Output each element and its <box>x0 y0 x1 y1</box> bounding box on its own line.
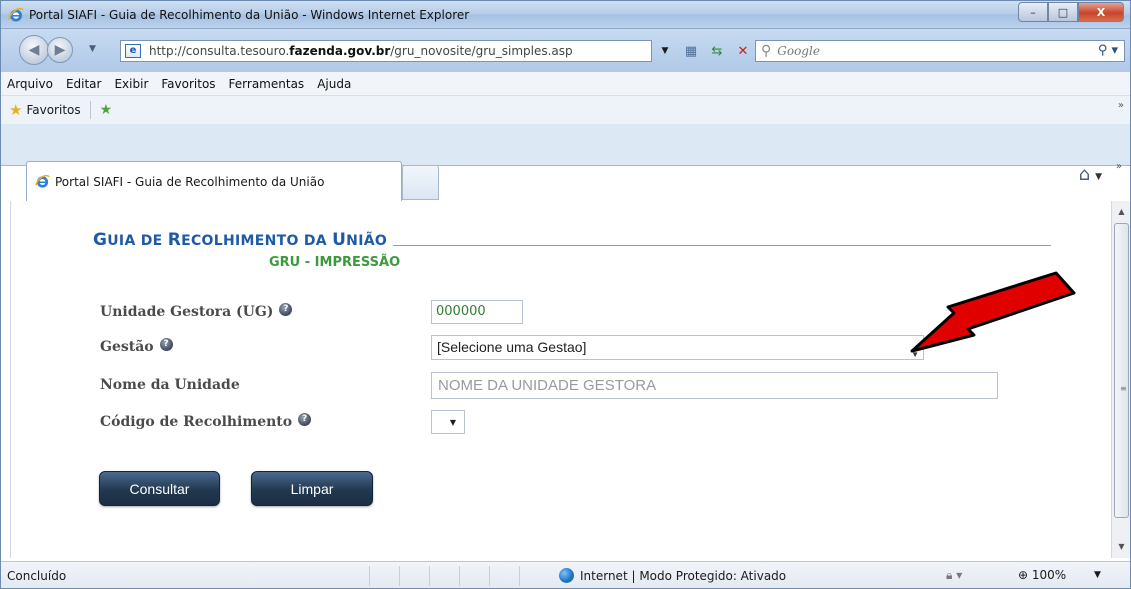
back-arrow-icon: ◀ <box>28 42 40 58</box>
refresh-icon[interactable]: ⇆ <box>708 42 726 60</box>
navigation-bar: ◀ ▶ ▼ e http://consulta.tesouro.fazenda.… <box>1 29 1130 72</box>
zoom-dropdown-icon[interactable]: ▼ <box>1094 570 1101 580</box>
forward-button[interactable]: ▶ <box>47 37 73 63</box>
status-dividers <box>369 566 549 586</box>
codigo-recolhimento-select[interactable]: ▼ <box>431 410 465 434</box>
status-bar: Concluído Internet | Modo Protegido: Ati… <box>1 561 1130 588</box>
ug-input[interactable]: 000000 <box>431 300 523 324</box>
codigo-label: Código de Recolhimento <box>100 414 293 430</box>
command-bar-chevron-icon[interactable]: » <box>1116 161 1122 172</box>
address-bar[interactable]: e http://consulta.tesouro.fazenda.gov.br… <box>120 40 652 62</box>
compatibility-view-icon[interactable]: ▦ <box>682 42 700 60</box>
page-title: GUIA DE RECOLHIMENTO DA UNIÃO <box>93 230 388 250</box>
menu-item-favoritos[interactable]: Favoritos <box>161 77 215 91</box>
help-icon[interactable]: ? <box>298 412 312 426</box>
ie-logo-icon <box>8 7 24 22</box>
address-dropdown-icon[interactable]: ▼ <box>656 42 674 60</box>
tab-ie-icon <box>35 174 50 188</box>
tab-row <box>1 124 1130 166</box>
codigo-label-row: Código de Recolhimento ? <box>100 412 312 430</box>
address-tools: ▼ ▦ ⇆ ✕ <box>656 42 752 60</box>
security-zone[interactable]: Internet | Modo Protegido: Ativado <box>559 568 786 583</box>
menu-bar: Arquivo Editar Exibir Favoritos Ferramen… <box>1 72 1130 96</box>
ug-label: Unidade Gestora (UG) <box>100 304 274 320</box>
menu-item-arquivo[interactable]: Arquivo <box>7 77 53 91</box>
home-dropdown-icon[interactable]: ▼ <box>1095 172 1102 182</box>
tab-portal-siafi[interactable]: Portal SIAFI - Guia de Recolhimento da U… <box>26 161 402 201</box>
nome-label: Nome da Unidade <box>100 377 240 393</box>
search-provider-icon: ⚲ <box>761 43 772 59</box>
stop-icon[interactable]: ✕ <box>734 42 752 60</box>
grip-icon: ≡ <box>1120 384 1127 393</box>
search-box[interactable]: ⚲ Google ⚲ ▾ <box>755 40 1125 62</box>
zone-text: Internet | Modo Protegido: Ativado <box>580 568 787 583</box>
menu-item-editar[interactable]: Editar <box>66 77 102 91</box>
close-button[interactable]: X <box>1078 2 1124 22</box>
gestao-label: Gestão <box>100 339 154 355</box>
page-icon: e <box>125 44 141 58</box>
favorites-star-icon[interactable]: ★ <box>9 101 22 119</box>
page-subtitle: GRU - IMPRESSÃO <box>269 255 401 270</box>
address-url[interactable]: http://consulta.tesouro.fazenda.gov.br/g… <box>149 44 573 58</box>
gestao-selected-value: [Selecione uma Gestao] <box>437 339 587 355</box>
consultar-button[interactable]: Consultar <box>99 471 220 506</box>
globe-icon <box>559 568 574 583</box>
limpar-button[interactable]: Limpar <box>251 471 373 506</box>
help-icon[interactable]: ? <box>159 337 173 351</box>
minimize-button[interactable]: – <box>1018 2 1048 22</box>
home-icon[interactable]: ⌂ <box>1079 164 1090 185</box>
divider <box>89 101 91 119</box>
maximize-button[interactable]: □ <box>1048 2 1078 22</box>
zoom-icon: ⊕ <box>1018 568 1029 582</box>
window-controls: – □ X <box>1018 2 1124 22</box>
new-tab-button[interactable] <box>402 165 439 200</box>
nome-unidade-field[interactable]: NOME DA UNIDADE GESTORA <box>431 372 998 399</box>
vertical-scrollbar[interactable]: ▲ ≡ ▼ <box>1111 201 1130 558</box>
title-bar: Portal SIAFI - Guia de Recolhimento da U… <box>1 1 1130 29</box>
status-text: Concluído <box>7 569 67 583</box>
window-title: Portal SIAFI - Guia de Recolhimento da U… <box>29 8 470 22</box>
chevron-down-icon[interactable]: ▼ <box>450 418 456 427</box>
gestao-label-row: Gestão ? <box>100 337 173 355</box>
nome-label-row: Nome da Unidade <box>100 377 240 393</box>
gestao-select[interactable]: [Selecione uma Gestao] ▼ <box>431 335 924 360</box>
zoom-control[interactable]: ⊕ 100% <box>1018 568 1066 582</box>
menu-item-exibir[interactable]: Exibir <box>114 77 148 91</box>
content-left-edge <box>1 201 11 558</box>
back-button[interactable]: ◀ <box>19 35 49 65</box>
search-icon[interactable]: ⚲ ▾ <box>1098 43 1118 58</box>
forward-arrow-icon: ▶ <box>54 42 66 58</box>
help-icon[interactable]: ? <box>279 302 293 316</box>
favorites-button[interactable]: Favoritos <box>26 103 80 117</box>
menu-item-ajuda[interactable]: Ajuda <box>317 77 351 91</box>
more-chevron-icon[interactable]: » <box>1118 100 1124 111</box>
menu-item-ferramentas[interactable]: Ferramentas <box>229 77 305 91</box>
scroll-thumb[interactable]: ≡ <box>1114 223 1129 518</box>
page-content: GUIA DE RECOLHIMENTO DA UNIÃO GRU - IMPR… <box>11 201 1111 558</box>
favorites-bar: ★ Favoritos ★ » <box>1 96 1130 124</box>
ug-label-row: Unidade Gestora (UG) ? <box>100 302 293 320</box>
red-arrow-annotation <box>910 271 1076 353</box>
title-underline <box>393 245 1051 246</box>
tab-label: Portal SIAFI - Guia de Recolhimento da U… <box>55 174 325 189</box>
scroll-down-icon[interactable]: ▼ <box>1112 538 1130 556</box>
scroll-up-icon[interactable]: ▲ <box>1112 203 1130 221</box>
add-to-favorites-bar-icon[interactable]: ★ <box>100 102 113 118</box>
browser-window: Portal SIAFI - Guia de Recolhimento da U… <box>0 0 1131 589</box>
zoom-level: 100% <box>1031 568 1067 582</box>
search-input[interactable]: Google <box>777 44 820 58</box>
protected-mode-icon[interactable]: 🔒︎ ▾ <box>946 568 962 583</box>
recent-pages-dropdown-icon[interactable]: ▼ <box>89 44 96 54</box>
